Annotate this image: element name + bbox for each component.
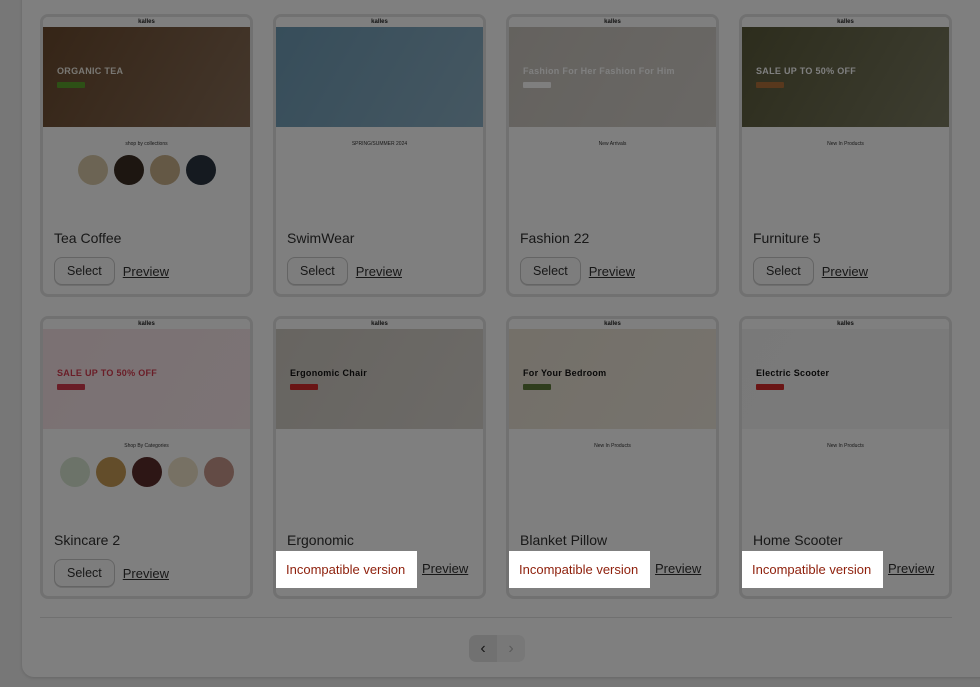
incompatible-version-label: Incompatible version (742, 551, 883, 588)
incompatible-version-label: Incompatible version (276, 551, 417, 588)
incompatible-version-label: Incompatible version (509, 551, 650, 588)
